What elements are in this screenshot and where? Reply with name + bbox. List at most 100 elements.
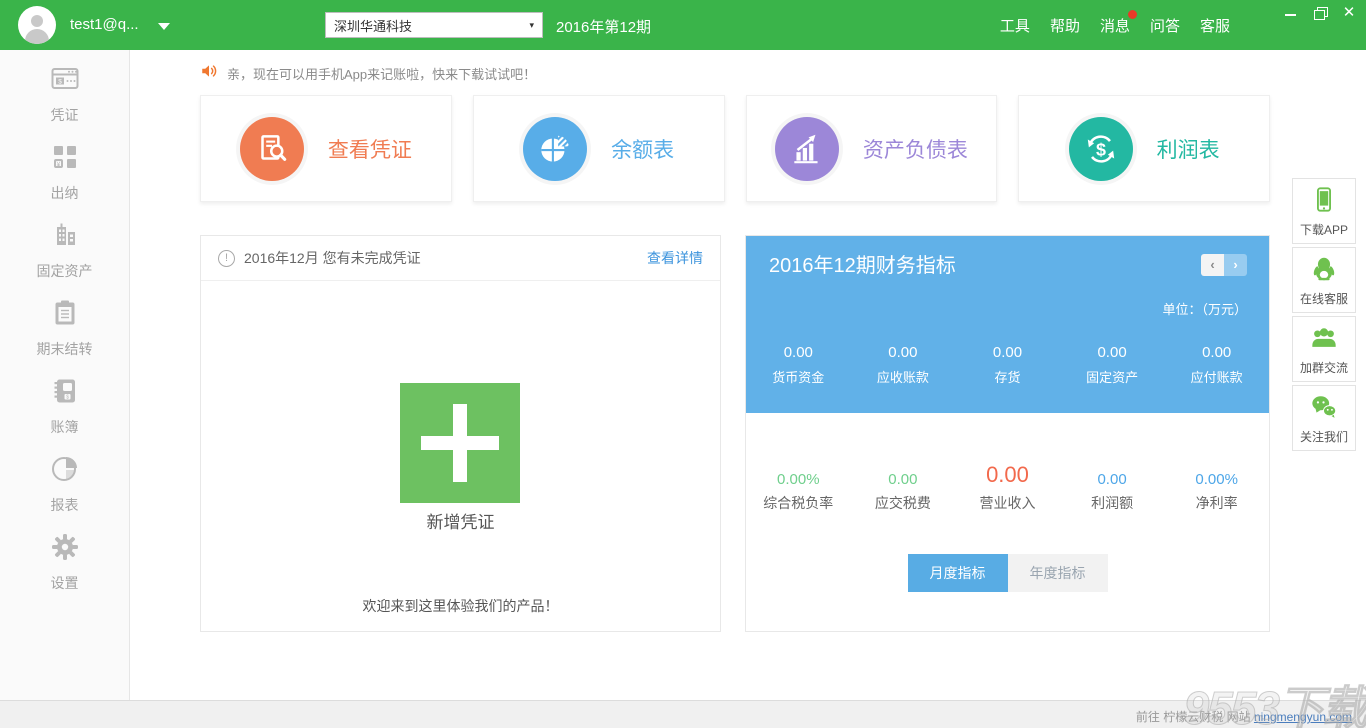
notice-text: 亲，现在可以用手机App来记账啦，快来下载试试吧！ <box>227 64 536 83</box>
metric-payables: 0.00 应付账款 <box>1164 344 1269 386</box>
indicator-tabs: 月度指标 年度指标 <box>908 554 1108 592</box>
sidebar: $ 凭证 ¥ 出纳 固定资产 期末结转 $ 账簿 报表 设置 <box>0 50 130 700</box>
unfinished-voucher-panel: ! 2016年12月 您有未完成凭证 查看详情 新增凭证 欢迎来到这里体验我们的… <box>200 235 721 632</box>
cashier-icon: ¥ <box>0 142 129 174</box>
sidebar-item-label: 账簿 <box>0 417 129 437</box>
settings-icon <box>0 532 129 564</box>
menu-item-messages[interactable]: 消息 <box>1100 15 1130 36</box>
floating-button-label: 下载APP <box>1293 221 1355 238</box>
view-voucher-icon <box>240 117 304 181</box>
sidebar-item-voucher[interactable]: $ 凭证 <box>0 64 129 142</box>
balance-sheet-card[interactable]: 余额表 <box>473 95 725 202</box>
floating-button-label: 关注我们 <box>1293 428 1355 445</box>
voucher-panel-title: 2016年12月 您有未完成凭证 <box>244 248 421 268</box>
metric-tax-burden: 0.00% 综合税负率 <box>746 460 851 513</box>
welcome-text: 欢迎来到这里体验我们的产品！ <box>201 596 720 616</box>
card-label: 查看凭证 <box>328 134 412 164</box>
tab-yearly-indicators[interactable]: 年度指标 <box>1008 554 1108 592</box>
profit-sheet-card[interactable]: $ 利润表 <box>1018 95 1270 202</box>
app-header: test1@q... 深圳华通科技 ▾ 2016年第12期 工具 帮助 消息 问… <box>0 0 1366 50</box>
voucher-icon: $ <box>0 64 129 96</box>
unread-badge <box>1128 10 1137 19</box>
financial-indicator-panel: 2016年12期财务指标 ‹ › 单位：（万元） 0.00 货币资金 0.00 … <box>745 235 1270 632</box>
sidebar-item-label: 期末结转 <box>0 339 129 359</box>
follow-us-button[interactable]: 关注我们 <box>1292 385 1356 451</box>
metric-revenue: 0.00 营业收入 <box>955 460 1060 513</box>
svg-text:$: $ <box>58 79 62 86</box>
sidebar-item-label: 报表 <box>0 495 129 515</box>
metric-cash: 0.00 货币资金 <box>746 344 851 386</box>
download-app-icon <box>1309 201 1339 218</box>
balance-pie-icon <box>523 117 587 181</box>
tab-monthly-indicators[interactable]: 月度指标 <box>908 554 1008 592</box>
menu-item-qa[interactable]: 问答 <box>1150 15 1180 36</box>
indicator-title: 2016年12期财务指标 <box>769 249 956 278</box>
user-account-label[interactable]: test1@q... <box>70 16 139 33</box>
avatar[interactable] <box>18 6 56 44</box>
unit-label: 单位：（万元） <box>1162 299 1247 318</box>
metric-fixed-assets: 0.00 固定资产 <box>1060 344 1165 386</box>
report-icon <box>0 454 129 486</box>
card-label: 资产负债表 <box>863 134 968 164</box>
footer-text: 前往 柠檬云财税 网站 ningmengyun.com <box>1136 708 1352 725</box>
svg-text:$: $ <box>1096 139 1106 159</box>
maximize-button[interactable] <box>1313 6 1327 20</box>
plus-icon <box>421 404 499 482</box>
chevron-down-icon: ▾ <box>529 20 534 31</box>
sidebar-item-cashier[interactable]: ¥ 出纳 <box>0 142 129 220</box>
ledger-icon: $ <box>0 376 129 408</box>
company-select[interactable]: 深圳华通科技 ▾ <box>325 12 543 38</box>
period-nav: ‹ › <box>1201 254 1247 276</box>
minimize-button[interactable] <box>1284 6 1298 20</box>
group-chat-icon <box>1309 339 1339 356</box>
sidebar-item-label: 设置 <box>0 573 129 593</box>
floating-action-column: 下载APP 在线客服 加群交流 关注我们 <box>1292 178 1356 454</box>
profit-dollar-icon: $ <box>1069 117 1133 181</box>
menu-item-tools[interactable]: 工具 <box>1000 15 1030 36</box>
metric-tax-payable: 0.00 应交税费 <box>851 460 956 513</box>
qq-service-icon <box>1309 270 1339 287</box>
company-select-value: 深圳华通科技 <box>334 16 412 35</box>
metric-receivables: 0.00 应收账款 <box>851 344 956 386</box>
online-service-button[interactable]: 在线客服 <box>1292 247 1356 313</box>
notice-bar: 亲，现在可以用手机App来记账啦，快来下载试试吧！ <box>200 62 536 85</box>
add-voucher-label: 新增凭证 <box>201 508 720 533</box>
add-voucher-button[interactable] <box>400 383 520 503</box>
floating-button-label: 在线客服 <box>1293 290 1355 307</box>
asset-liability-card[interactable]: 资产负债表 <box>746 95 998 202</box>
download-app-button[interactable]: 下载APP <box>1292 178 1356 244</box>
metric-inventory: 0.00 存货 <box>955 344 1060 386</box>
footer-prefix: 前往 柠檬云财税 网站 <box>1136 710 1251 724</box>
fixed-assets-icon <box>0 220 129 252</box>
view-voucher-card[interactable]: 查看凭证 <box>200 95 452 202</box>
voucher-panel-header: ! 2016年12月 您有未完成凭证 查看详情 <box>201 236 720 281</box>
asset-chart-icon <box>775 117 839 181</box>
card-label: 利润表 <box>1157 134 1220 164</box>
sidebar-item-label: 凭证 <box>0 105 129 125</box>
view-details-link[interactable]: 查看详情 <box>647 248 703 268</box>
menu-item-help[interactable]: 帮助 <box>1050 15 1080 36</box>
period-end-icon <box>0 298 129 330</box>
sidebar-item-reports[interactable]: 报表 <box>0 454 129 532</box>
prev-period-button[interactable]: ‹ <box>1201 254 1224 276</box>
svg-text:$: $ <box>66 395 69 401</box>
join-group-button[interactable]: 加群交流 <box>1292 316 1356 382</box>
sidebar-item-settings[interactable]: 设置 <box>0 532 129 610</box>
avatar-head-shape <box>31 15 43 27</box>
header-menu: 工具 帮助 消息 问答 客服 <box>1000 15 1230 36</box>
close-button[interactable]: ✕ <box>1342 6 1356 20</box>
wechat-follow-icon <box>1309 408 1339 425</box>
period-label: 2016年第12期 <box>556 16 651 37</box>
floating-button-label: 加群交流 <box>1293 359 1355 376</box>
next-period-button[interactable]: › <box>1224 254 1247 276</box>
card-label: 余额表 <box>611 134 674 164</box>
sidebar-item-fixed-assets[interactable]: 固定资产 <box>0 220 129 298</box>
indicator-blue-section: 2016年12期财务指标 ‹ › 单位：（万元） 0.00 货币资金 0.00 … <box>746 236 1269 413</box>
sidebar-item-period-end[interactable]: 期末结转 <box>0 298 129 376</box>
menu-item-service[interactable]: 客服 <box>1200 15 1230 36</box>
quick-cards-row: 查看凭证 余额表 资产负债表 $ 利润表 <box>200 95 1270 202</box>
website-link[interactable]: ningmengyun.com <box>1254 710 1352 724</box>
user-dropdown-caret-icon[interactable] <box>158 23 170 30</box>
sidebar-item-ledger[interactable]: $ 账簿 <box>0 376 129 454</box>
svg-text:¥: ¥ <box>56 162 60 169</box>
